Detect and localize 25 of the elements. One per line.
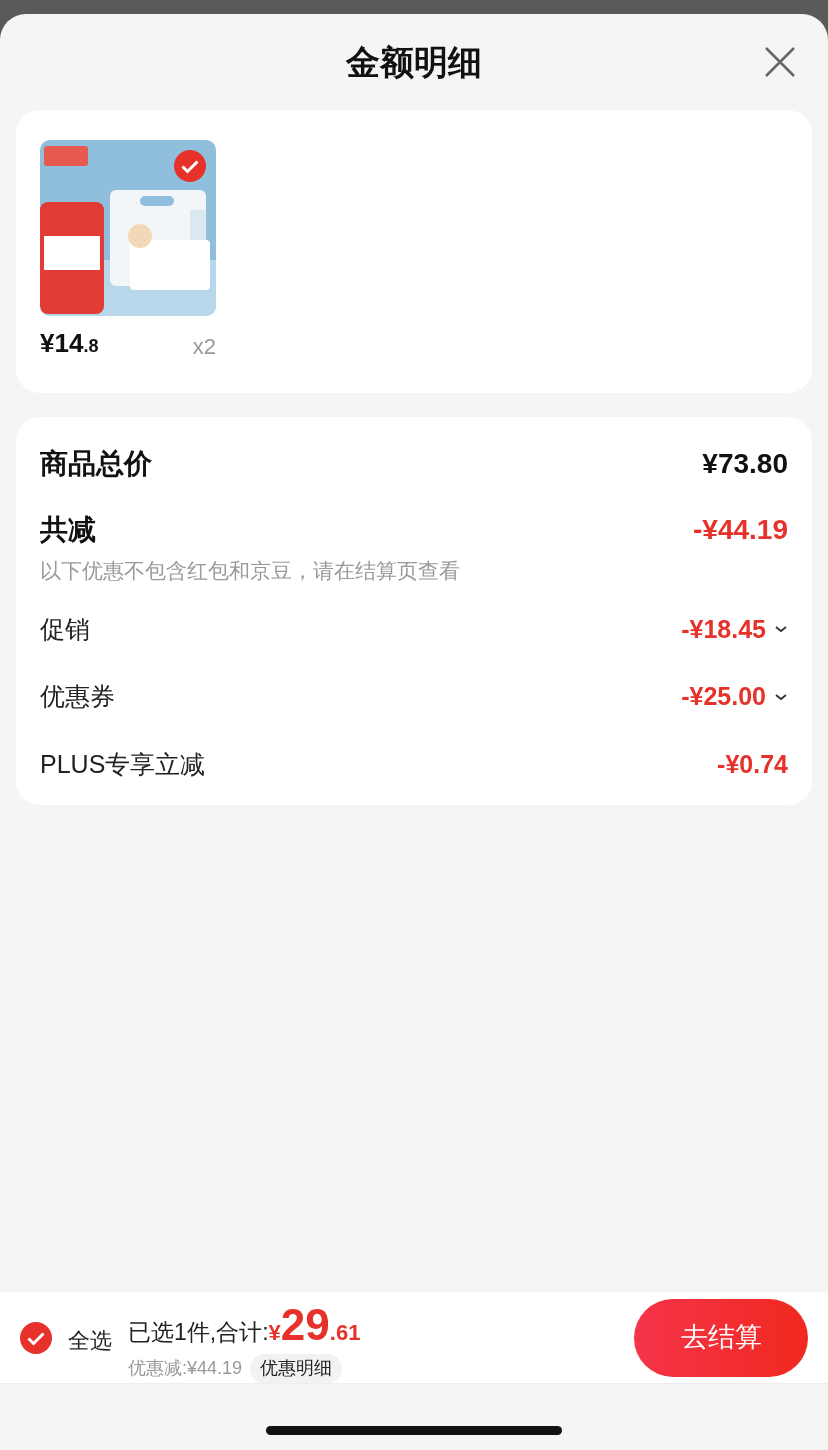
close-icon[interactable] [764,46,796,78]
discount-details-button[interactable]: 优惠明细 [250,1354,343,1383]
chevron-down-icon[interactable] [774,624,788,635]
total-label: 已选1件,合计: [128,1318,269,1347]
reduction-value: -¥44.19 [693,513,788,547]
quantity-label: x2 [192,333,216,361]
sheet-title: 金额明细 [346,41,482,83]
discount-value: -¥0.74 [717,748,788,780]
total-amount: ¥29.61 [268,1299,361,1351]
reduction-label: 共减 [40,513,96,547]
discount-summary: 优惠减:¥44.19 [128,1357,243,1380]
product-price: ¥14.8 [40,327,99,360]
total-price-label: 商品总价 [40,447,152,481]
total-price-value: ¥73.80 [702,447,788,481]
discount-label: 优惠券 [40,681,115,712]
checkmark-icon[interactable] [174,150,206,182]
reduction-note: 以下优惠不包含红包和京豆，请在结算页查看 [40,558,461,584]
select-all-label[interactable]: 全选 [68,1324,112,1357]
checkbox[interactable] [20,1321,52,1354]
chevron-down-icon[interactable] [774,691,788,702]
discount-label: PLUS专享立减 [40,748,206,780]
discount-value: -¥18.45 [681,613,766,645]
discount-value: -¥25.00 [681,681,766,712]
discount-label: 促销 [40,613,90,645]
checkout-button[interactable]: 去结算 [634,1298,808,1377]
